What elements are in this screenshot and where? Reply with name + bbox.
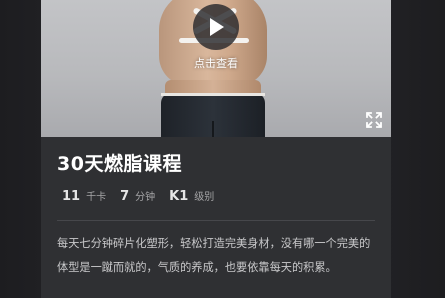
course-title: 30天燃脂课程 [57, 153, 182, 175]
thumbnail-pants [161, 93, 265, 137]
stat-value: 7 [120, 189, 130, 204]
play-button[interactable] [193, 4, 239, 50]
thumbnail-pants-band [161, 93, 265, 96]
play-icon [210, 18, 224, 36]
stat-value: 11 [62, 189, 81, 204]
course-stats: 11 千卡 7 分钟 K1 级别 [62, 188, 228, 204]
thumbnail-pants-split [212, 121, 214, 137]
play-caption[interactable]: 点击查看 [41, 55, 391, 71]
course-description: 每天七分钟碎片化塑形，轻松打造完美身材，没有哪一个完美的体型是一蹴而就的，气质的… [57, 237, 371, 274]
divider [57, 220, 375, 221]
fullscreen-icon[interactable] [366, 112, 382, 128]
app-screen: 点击查看 30天燃脂课程 11 千卡 7 分钟 K1 级别 每天七分钟碎片化塑形… [0, 0, 445, 298]
stat-unit: 分钟 [135, 192, 156, 203]
stat-value: K1 [169, 189, 189, 204]
stat-unit: 千卡 [86, 192, 107, 203]
course-card: 点击查看 30天燃脂课程 11 千卡 7 分钟 K1 级别 每天七分钟碎片化塑形… [41, 0, 391, 298]
stat-duration: 7 分钟 [120, 188, 155, 204]
stat-calories: 11 千卡 [62, 188, 106, 204]
video-player[interactable]: 点击查看 [41, 0, 391, 137]
stat-unit: 级别 [194, 192, 215, 203]
stat-level: K1 级别 [169, 188, 214, 204]
